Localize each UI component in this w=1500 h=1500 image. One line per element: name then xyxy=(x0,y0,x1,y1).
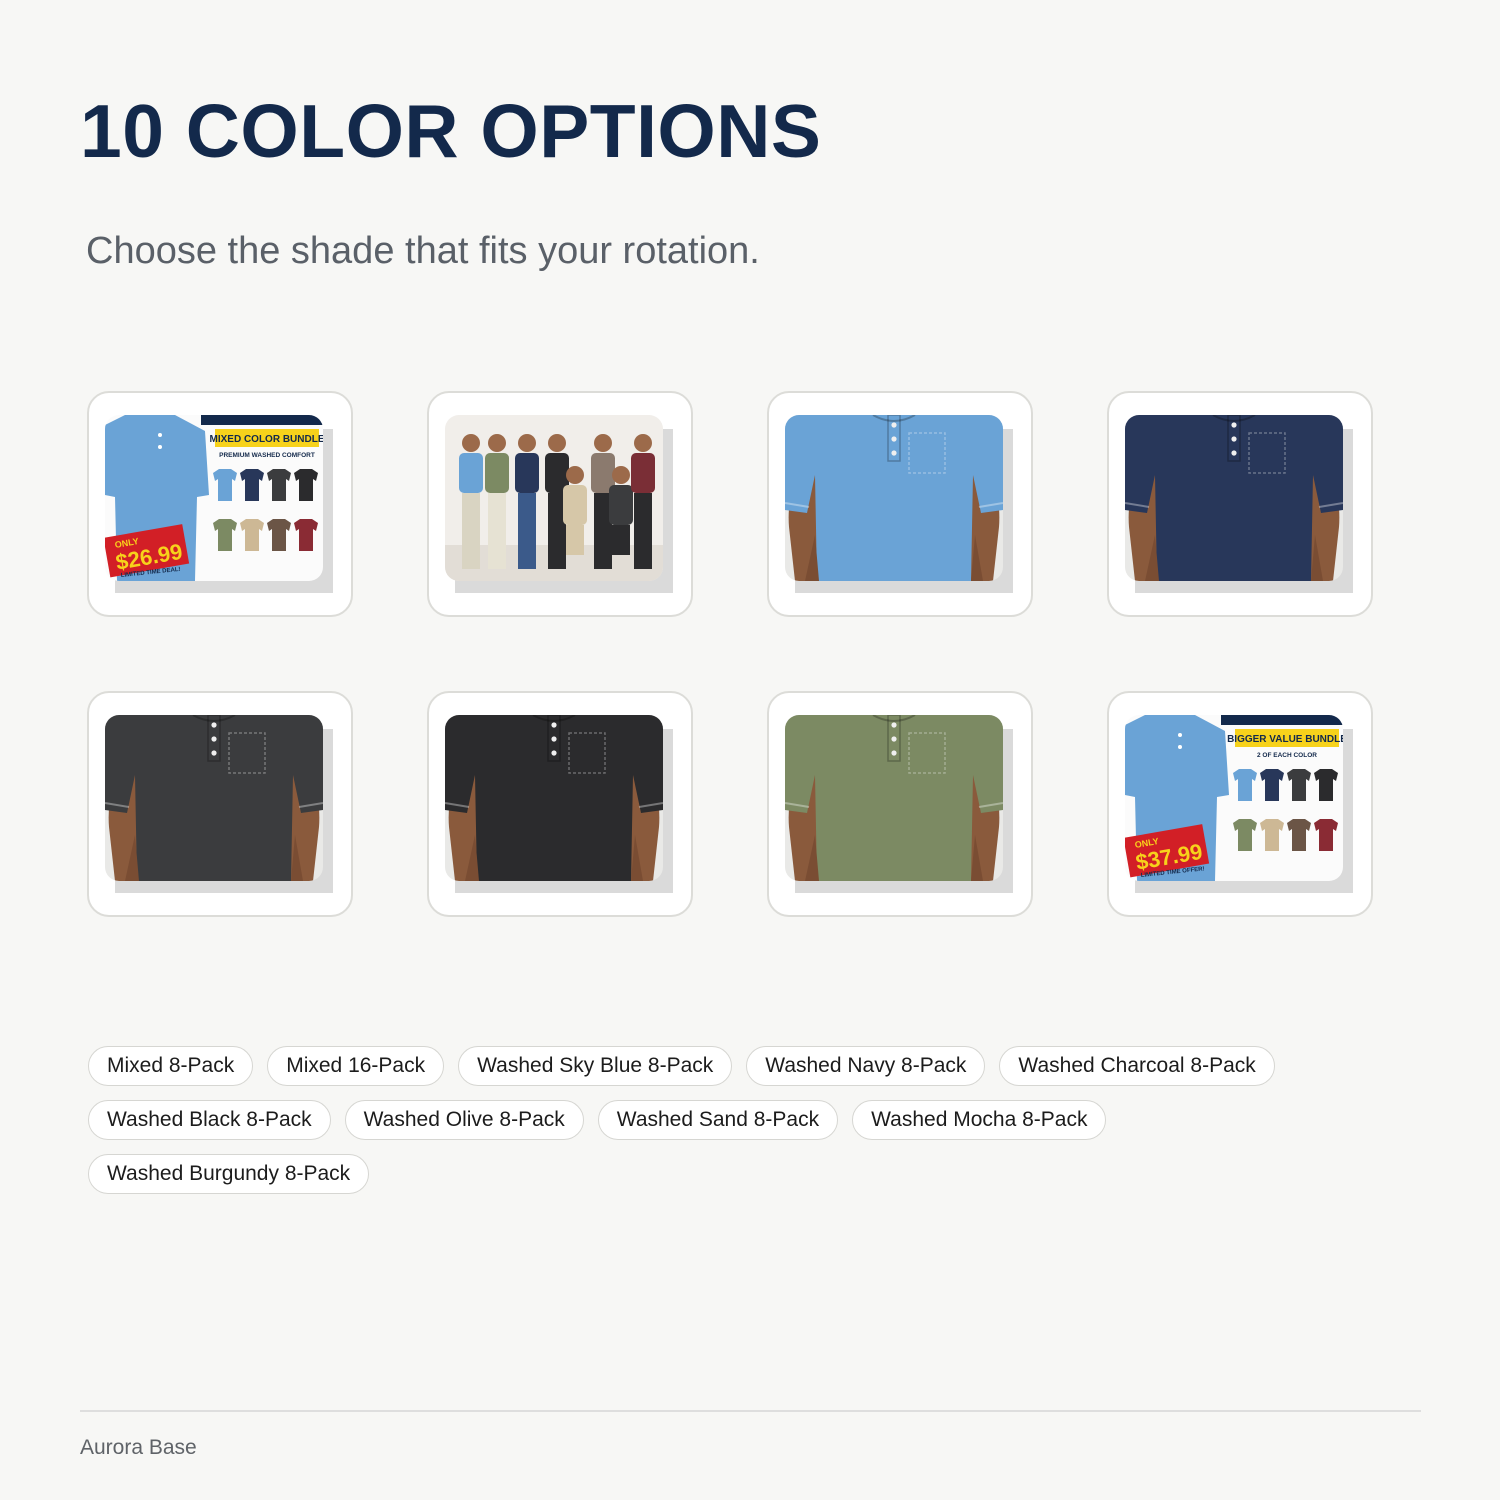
shirt-photo xyxy=(1125,415,1343,581)
product-thumbnail-card[interactable] xyxy=(1107,391,1373,617)
svg-text:2 OF EACH COLOR: 2 OF EACH COLOR xyxy=(1257,752,1317,759)
shirt-photo xyxy=(445,715,663,881)
option-chip[interactable]: Washed Olive 8-Pack xyxy=(344,1100,584,1140)
bundle-promo-image: MIXED COLOR BUNDLE PREMIUM WASHED COMFOR… xyxy=(105,415,323,581)
product-thumbnail-card[interactable]: BIGGER VALUE BUNDLE 2 OF EACH COLOR ONLY… xyxy=(1107,691,1373,917)
svg-text:MIXED COLOR BUNDLE: MIXED COLOR BUNDLE xyxy=(210,434,324,445)
option-chip[interactable]: Washed Burgundy 8-Pack xyxy=(88,1154,370,1194)
product-thumbnail-card[interactable] xyxy=(767,691,1033,917)
shirt-photo xyxy=(785,715,1003,881)
option-chip[interactable]: Washed Black 8-Pack xyxy=(88,1100,331,1140)
group-lifestyle-photo xyxy=(445,415,663,581)
shirt-photo xyxy=(105,715,323,881)
option-chip[interactable]: Washed Charcoal 8-Pack xyxy=(999,1046,1275,1086)
footer-brand: Aurora Base xyxy=(80,1436,197,1459)
svg-text:PREMIUM WASHED COMFORT: PREMIUM WASHED COMFORT xyxy=(219,452,315,459)
option-chip[interactable]: Mixed 16-Pack xyxy=(267,1046,445,1086)
page-subtitle: Choose the shade that fits your rotation… xyxy=(86,230,760,272)
product-thumbnail-card[interactable] xyxy=(87,691,353,917)
svg-text:BIGGER VALUE BUNDLE: BIGGER VALUE BUNDLE xyxy=(1227,734,1343,745)
option-chip[interactable]: Washed Navy 8-Pack xyxy=(746,1046,986,1086)
product-thumbnail-card[interactable] xyxy=(427,691,693,917)
product-thumbnail-card[interactable]: MIXED COLOR BUNDLE PREMIUM WASHED COMFOR… xyxy=(87,391,353,617)
option-chip[interactable]: Mixed 8-Pack xyxy=(88,1046,254,1086)
bundle-promo-image: BIGGER VALUE BUNDLE 2 OF EACH COLOR ONLY… xyxy=(1125,715,1343,881)
option-chip-list: Mixed 8-Pack Mixed 16-Pack Washed Sky Blue… xyxy=(88,1046,1388,1194)
product-thumbnail-card[interactable] xyxy=(767,391,1033,617)
product-thumbnail-card[interactable] xyxy=(427,391,693,617)
footer-divider xyxy=(80,1410,1421,1412)
page-title: 10 COLOR OPTIONS xyxy=(80,89,822,173)
option-chip[interactable]: Washed Mocha 8-Pack xyxy=(852,1100,1107,1140)
option-chip[interactable]: Washed Sand 8-Pack xyxy=(597,1100,839,1140)
option-chip[interactable]: Washed Sky Blue 8-Pack xyxy=(458,1046,733,1086)
shirt-photo xyxy=(785,415,1003,581)
